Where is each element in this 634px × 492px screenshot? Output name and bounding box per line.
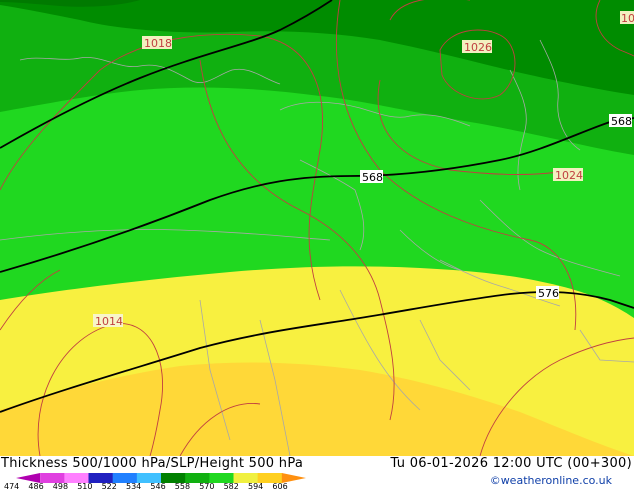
credit-link[interactable]: ©weatheronline.co.uk [490,474,612,487]
footer-bar: Thickness 500/1000 hPa/SLP/Height 500 hP… [0,456,634,492]
isobar-label-1026: 1026 [464,41,492,54]
height-label-568-center: 568 [362,171,383,184]
map-title: Thickness 500/1000 hPa/SLP/Height 500 hP… [1,456,304,471]
isobar-label-1024: 1024 [555,169,583,182]
legend-labels: 474 486 498 510 522 534 546 558 570 582 594 606 [0,482,340,492]
weather-map-view: 1018 1026 1024 1014 10 568 568 576 Thick… [0,0,634,492]
valid-time: Tu 06-01-2026 12:00 UTC (00+300) [390,456,632,471]
thickness-map: 1018 1026 1024 1014 10 568 568 576 [0,0,634,456]
height-label-576: 576 [538,287,559,300]
isobar-label-10: 10 [621,12,634,25]
isobar-label-1018: 1018 [144,37,172,50]
isobar-label-1014: 1014 [95,315,123,328]
height-label-568-east: 568 [611,115,632,128]
